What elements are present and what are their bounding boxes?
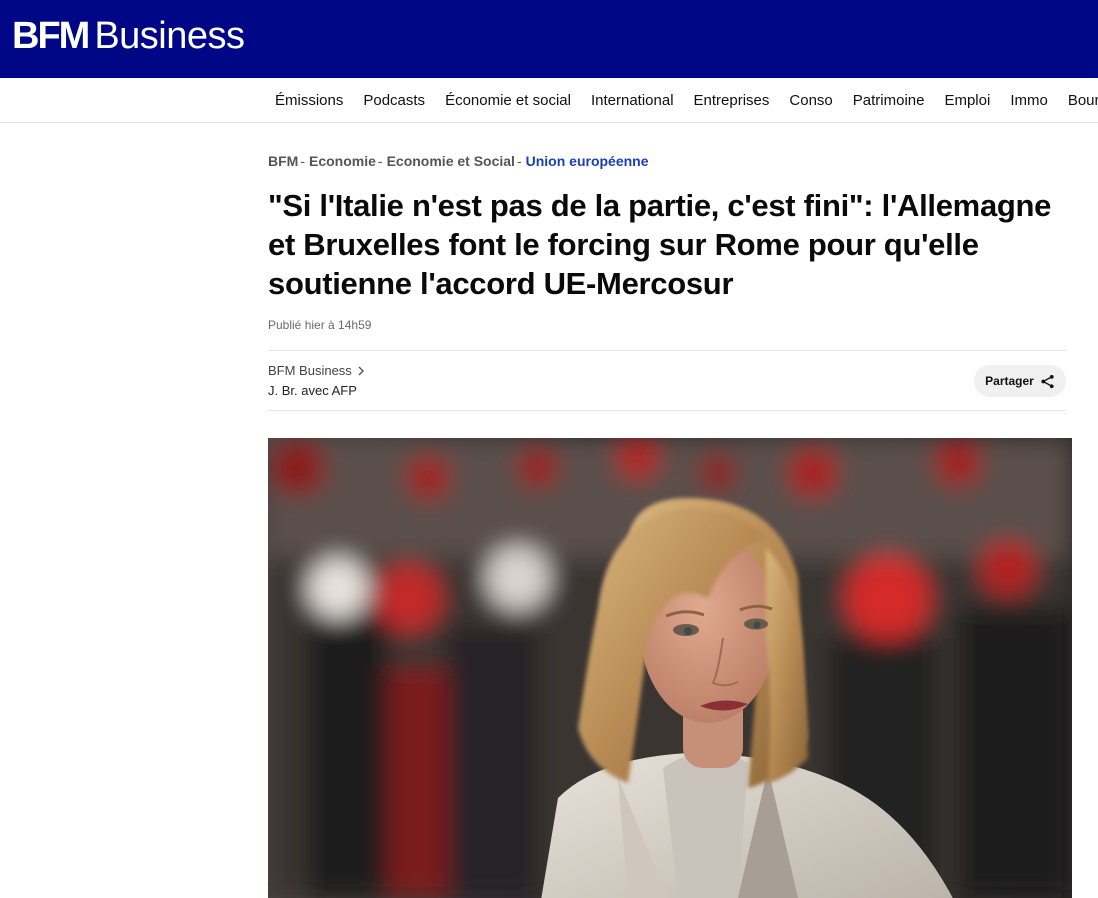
nav-item-emploi[interactable]: Emploi — [934, 92, 1000, 109]
publish-date: Publié hier à 14h59 — [268, 318, 372, 332]
nav-item-emissions[interactable]: Émissions — [265, 92, 353, 109]
site-header: BFM Business — [0, 0, 1098, 78]
nav-item-economie-social[interactable]: Économie et social — [435, 92, 581, 109]
author-block: BFM Business J. Br. avec AFP — [268, 363, 365, 398]
photo-illustration — [268, 438, 1072, 898]
nav-list: Émissions Podcasts Économie et social In… — [265, 78, 1098, 122]
divider — [268, 350, 1066, 351]
source-link[interactable]: BFM Business — [268, 363, 365, 378]
nav-item-international[interactable]: International — [581, 92, 684, 109]
nav-item-patrimoine[interactable]: Patrimoine — [843, 92, 935, 109]
share-icon — [1041, 374, 1054, 388]
main-nav: Émissions Podcasts Économie et social In… — [0, 78, 1098, 123]
breadcrumb-item-bfm[interactable]: BFM — [268, 153, 298, 169]
nav-item-entreprises[interactable]: Entreprises — [684, 92, 780, 109]
share-button[interactable]: Partager — [974, 365, 1066, 397]
chevron-right-icon — [358, 366, 364, 375]
logo-business: Business — [94, 15, 245, 57]
author-name: J. Br. avec AFP — [268, 383, 357, 398]
breadcrumb-separator: - — [300, 153, 305, 169]
breadcrumb-current[interactable]: Union européenne — [526, 153, 649, 169]
article-title: "Si l'Italie n'est pas de la partie, c'e… — [268, 188, 1052, 301]
nav-item-immo[interactable]: Immo — [1000, 92, 1058, 109]
breadcrumb-item-economie-social[interactable]: Economie et Social — [387, 153, 515, 169]
logo-bfm: BFM — [12, 15, 90, 57]
site-logo[interactable]: BFM Business — [12, 15, 245, 59]
divider — [268, 410, 1066, 411]
share-label: Partager — [985, 374, 1034, 388]
nav-item-conso[interactable]: Conso — [779, 92, 842, 109]
breadcrumb-separator: - — [377, 153, 383, 169]
breadcrumb: BFM - Economie - Economie et Social - Union eu… — [268, 153, 649, 169]
source-name: BFM Business — [268, 363, 352, 378]
breadcrumb-item-economie[interactable]: Economie — [309, 153, 376, 169]
nav-item-bourse[interactable]: Bour — [1058, 92, 1098, 109]
breadcrumb-separator: - — [516, 153, 522, 169]
article-photo — [268, 438, 1072, 898]
nav-item-podcasts[interactable]: Podcasts — [353, 92, 435, 109]
